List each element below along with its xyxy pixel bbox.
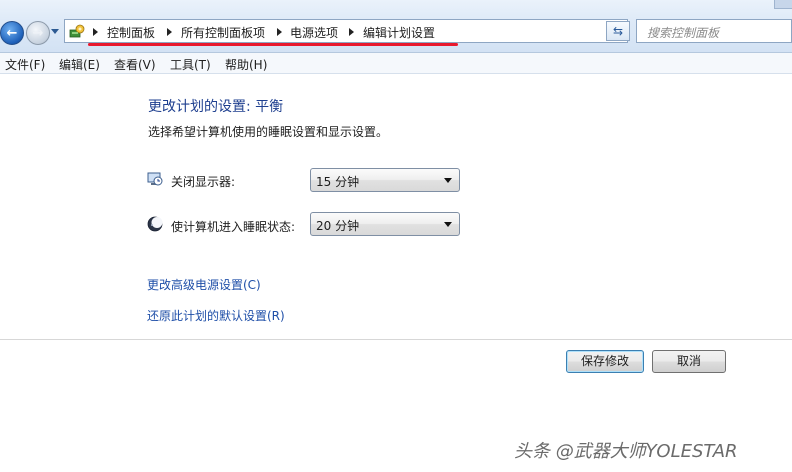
red-annotation-underline <box>88 43 458 46</box>
menu-edit[interactable]: 编辑(E) <box>59 56 100 73</box>
sleep-value: 20 分钟 <box>316 219 360 233</box>
save-changes-button[interactable]: 保存修改 <box>566 350 644 373</box>
breadcrumb-separator-icon[interactable] <box>277 28 282 36</box>
address-bar-strip: ← → 控制面板 所有控制面板项 电源选项 编辑计划设置 ⇆ 搜索控制面板 <box>0 0 792 53</box>
breadcrumb-separator-icon[interactable] <box>93 28 98 36</box>
menu-help[interactable]: 帮助(H) <box>225 56 267 73</box>
sleep-label: 使计算机进入睡眠状态: <box>171 220 296 234</box>
turn-off-display-value: 15 分钟 <box>316 175 360 189</box>
page-title: 更改计划的设置: 平衡 <box>148 99 284 115</box>
menu-bar: 文件(F) 编辑(E) 查看(V) 工具(T) 帮助(H) <box>0 53 792 74</box>
breadcrumb-power-options[interactable]: 电源选项 <box>290 24 338 41</box>
menu-view[interactable]: 查看(V) <box>114 56 156 73</box>
chevron-down-icon <box>444 178 452 183</box>
breadcrumb-all-items[interactable]: 所有控制面板项 <box>181 24 265 41</box>
sleep-select[interactable]: 20 分钟 <box>310 212 460 236</box>
menu-file[interactable]: 文件(F) <box>5 56 45 73</box>
breadcrumb-separator-icon[interactable] <box>167 28 172 36</box>
address-box[interactable]: 控制面板 所有控制面板项 电源选项 编辑计划设置 <box>64 19 628 43</box>
restore-defaults-link[interactable]: 还原此计划的默认设置(R) <box>147 307 285 324</box>
forward-arrow-icon: → <box>32 25 44 41</box>
advanced-power-settings-link[interactable]: 更改高级电源设置(C) <box>147 276 261 293</box>
turn-off-display-select[interactable]: 15 分钟 <box>310 168 460 192</box>
breadcrumb-separator-icon[interactable] <box>349 28 354 36</box>
chevron-down-icon <box>444 222 452 227</box>
monitor-clock-icon <box>147 172 163 186</box>
cancel-button[interactable]: 取消 <box>652 350 726 373</box>
refresh-icon: ⇆ <box>612 24 624 38</box>
page-description: 选择希望计算机使用的睡眠设置和显示设置。 <box>148 125 389 139</box>
back-button[interactable]: ← <box>0 21 24 45</box>
search-input[interactable]: 搜索控制面板 <box>636 19 792 43</box>
breadcrumb-edit-plan[interactable]: 编辑计划设置 <box>363 24 435 41</box>
control-panel-icon <box>69 24 85 38</box>
menu-tools[interactable]: 工具(T) <box>170 56 211 73</box>
back-arrow-icon: ← <box>6 25 18 41</box>
forward-button[interactable]: → <box>26 21 50 45</box>
window-corner <box>774 0 792 9</box>
moon-sleep-icon <box>147 216 163 232</box>
breadcrumb-control-panel[interactable]: 控制面板 <box>107 24 155 41</box>
watermark: 头条 @武器大师YOLESTAR <box>514 441 738 462</box>
refresh-button[interactable]: ⇆ <box>606 21 630 41</box>
footer-divider <box>0 339 792 340</box>
recent-pages-dropdown-icon[interactable] <box>51 29 59 34</box>
search-placeholder: 搜索控制面板 <box>647 26 720 40</box>
turn-off-display-label: 关闭显示器: <box>171 175 236 189</box>
